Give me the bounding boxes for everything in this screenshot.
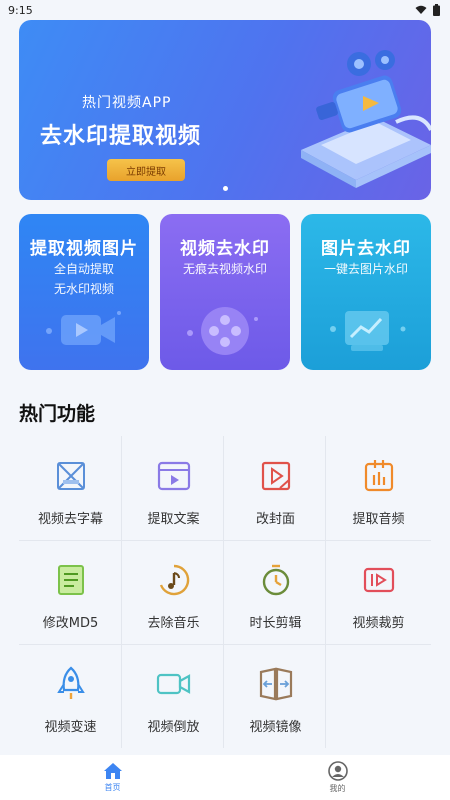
music-remove-icon xyxy=(159,564,189,596)
section-title: 热门功能 xyxy=(19,403,96,425)
wifi-icon xyxy=(415,5,427,14)
tab-label: 首页 xyxy=(104,783,121,792)
home-icon xyxy=(103,763,122,779)
card-desc-line: 无痕去视频水印 xyxy=(182,262,267,276)
audio-extract-icon xyxy=(364,460,393,492)
feature-video-crop[interactable]: 视频裁剪 xyxy=(327,540,430,644)
bottom-tab-bar: 首页 我的 xyxy=(0,755,450,800)
feature-label: 去除音乐 xyxy=(147,616,200,631)
md5-icon xyxy=(57,565,84,595)
card-title: 图片去水印 xyxy=(321,239,411,259)
video-crop-icon xyxy=(363,567,394,593)
extract-video-image-card[interactable]: 提取视频图片 全自动提取 无水印视频 xyxy=(19,214,149,370)
video-camera-icon xyxy=(46,311,121,345)
video-watermark-remove-card[interactable]: 视频去水印 无痕去视频水印 xyxy=(160,214,290,370)
card-title: 视频去水印 xyxy=(180,239,270,259)
feature-duration-edit[interactable]: 时长剪辑 xyxy=(224,540,327,644)
timer-icon xyxy=(262,564,289,596)
feature-reverse[interactable]: 视频倒放 xyxy=(122,644,225,748)
profile-icon xyxy=(327,761,348,781)
promo-banner[interactable]: 热门视频APP 去水印提取视频 立即提取 xyxy=(19,20,431,200)
banner-pager xyxy=(19,186,431,191)
feature-label: 视频变速 xyxy=(44,720,97,735)
image-chart-icon xyxy=(330,311,406,351)
card-title: 提取视频图片 xyxy=(30,239,138,259)
card-desc-line: 全自动提取 xyxy=(53,262,114,276)
feature-md5[interactable]: 修改MD5 xyxy=(19,540,122,644)
status-time: 9:15 xyxy=(8,3,33,17)
extract-now-button[interactable]: 立即提取 xyxy=(107,159,185,181)
feature-music-remove[interactable]: 去除音乐 xyxy=(122,540,225,644)
feature-label: 视频去字幕 xyxy=(37,512,103,527)
feature-cover[interactable]: 改封面 xyxy=(224,436,327,540)
card-desc-line: 无水印视频 xyxy=(53,282,114,296)
feature-grid: 视频去字幕 提取文案 改封面 提取音频 修改MD5 去除音乐 时长剪辑 视频裁剪… xyxy=(19,436,431,748)
tab-home[interactable]: 首页 xyxy=(0,755,225,800)
feature-copy-extract[interactable]: 提取文案 xyxy=(122,436,225,540)
subtitle-remove-icon xyxy=(56,462,85,490)
mirror-icon xyxy=(259,667,292,701)
feature-label: 提取音频 xyxy=(352,512,405,527)
feature-label: 修改MD5 xyxy=(42,616,99,631)
banner-subtitle: 热门视频APP xyxy=(82,95,172,111)
feature-label: 提取文案 xyxy=(147,512,200,527)
feature-mirror[interactable]: 视频镜像 xyxy=(224,644,327,748)
feature-label: 视频倒放 xyxy=(147,720,200,735)
film-reel-icon xyxy=(187,307,258,355)
rocket-icon xyxy=(56,666,85,699)
feature-label: 时长剪辑 xyxy=(249,616,302,631)
tab-profile[interactable]: 我的 xyxy=(225,755,450,800)
feature-label: 视频裁剪 xyxy=(352,616,405,631)
video-reverse-icon xyxy=(156,673,190,695)
tab-label: 我的 xyxy=(329,784,346,793)
battery-icon xyxy=(433,4,440,16)
card-desc-line: 一键去图片水印 xyxy=(323,262,408,276)
feature-label: 视频镜像 xyxy=(249,720,302,735)
feature-speed[interactable]: 视频变速 xyxy=(19,644,122,748)
image-watermark-remove-card[interactable]: 图片去水印 一键去图片水印 xyxy=(301,214,431,370)
feature-label: 改封面 xyxy=(255,512,295,527)
feature-audio-extract[interactable]: 提取音频 xyxy=(327,436,430,540)
cover-icon xyxy=(261,461,290,491)
movie-camera-illustration xyxy=(301,50,431,188)
banner-title: 去水印提取视频 xyxy=(40,124,202,149)
feature-subtitle-remove[interactable]: 视频去字幕 xyxy=(19,436,122,540)
copy-extract-icon xyxy=(157,461,190,491)
status-bar: 9:15 xyxy=(0,0,450,20)
